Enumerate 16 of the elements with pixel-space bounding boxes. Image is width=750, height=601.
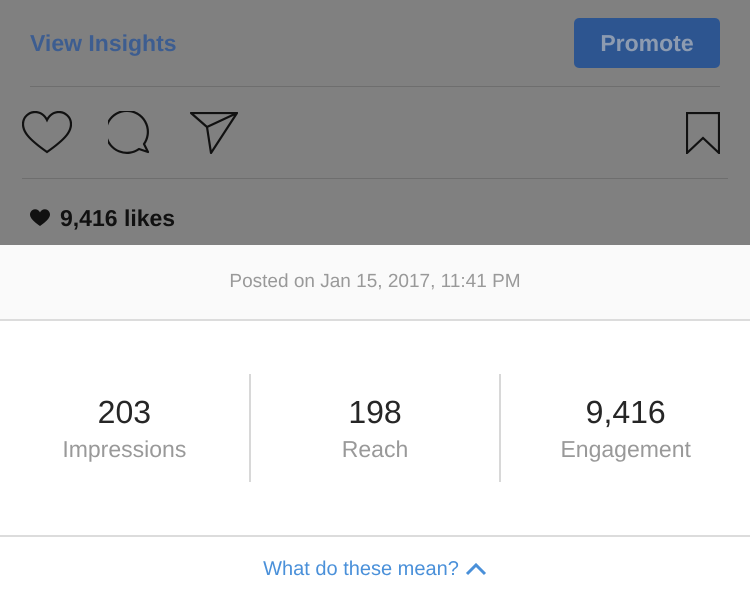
- stat-label: Impressions: [62, 438, 186, 460]
- heart-icon[interactable]: [22, 110, 72, 154]
- stat-label: Engagement: [560, 438, 691, 460]
- promote-button[interactable]: Promote: [574, 18, 720, 68]
- stat-label: Reach: [342, 438, 408, 460]
- posted-date: Posted on Jan 15, 2017, 11:41 PM: [229, 270, 521, 294]
- stat-value: 203: [98, 396, 152, 428]
- stat-value: 9,416: [586, 396, 666, 428]
- view-insights-link[interactable]: View Insights: [30, 26, 177, 60]
- heart-icon: [30, 209, 50, 228]
- send-icon[interactable]: [190, 112, 238, 154]
- likes-count: 9,416 likes: [60, 204, 176, 233]
- help-link[interactable]: What do these mean?: [263, 554, 487, 584]
- chevron-up-icon: [464, 562, 487, 576]
- stat-value: 198: [348, 396, 402, 428]
- bookmark-icon[interactable]: [686, 112, 720, 154]
